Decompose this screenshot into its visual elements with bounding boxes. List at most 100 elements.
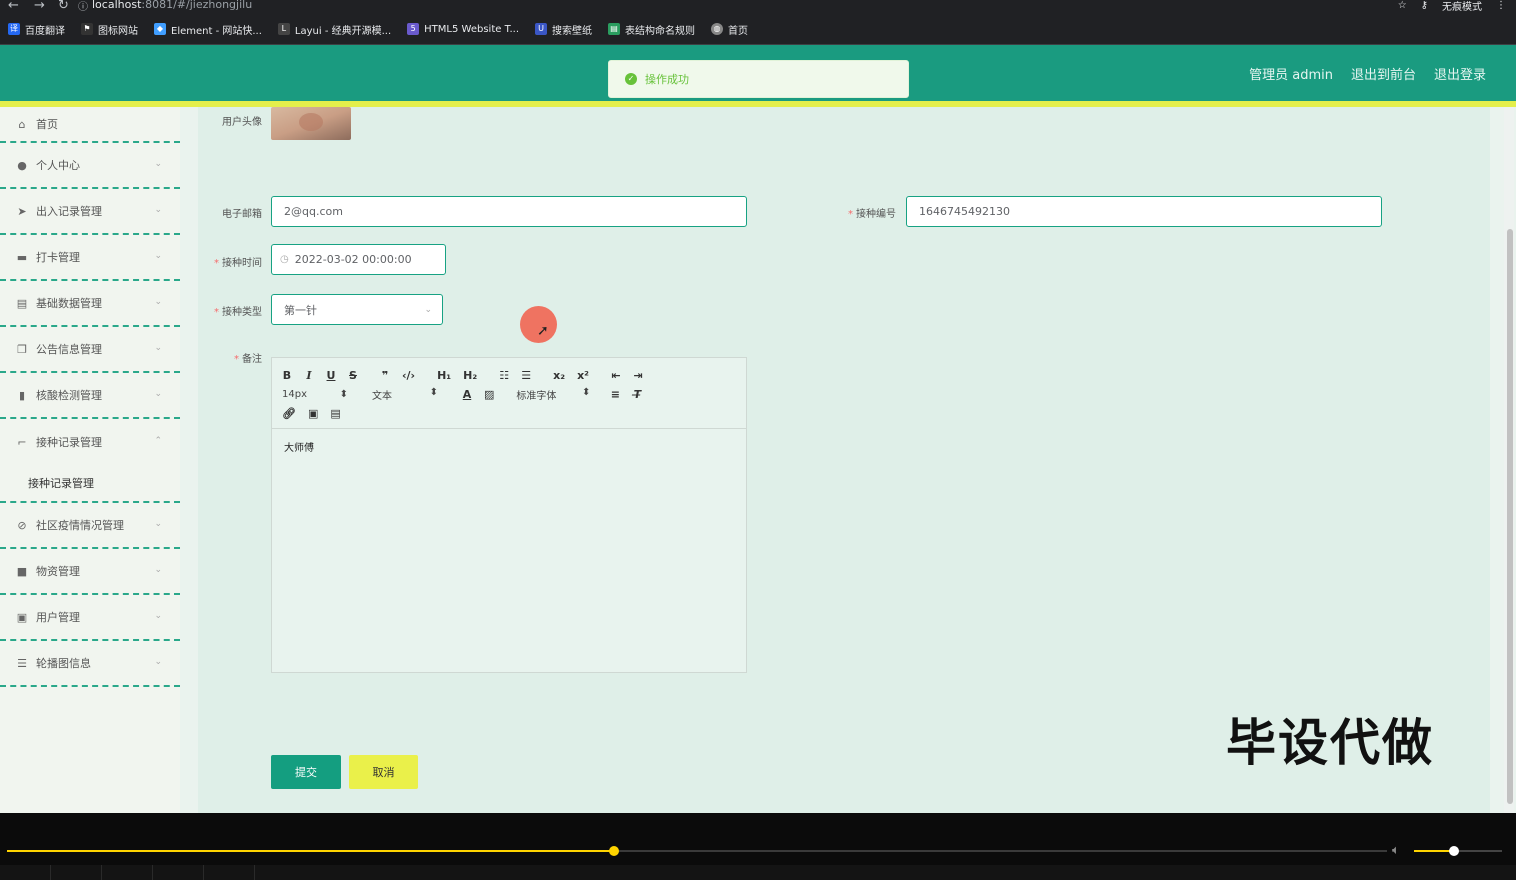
volume-knob[interactable]	[1448, 846, 1459, 856]
vaccination-number-field[interactable]: 1646745492130	[906, 196, 1382, 227]
bookmark-item[interactable]: ◍ 首页	[711, 22, 748, 37]
underline-button[interactable]: U	[326, 369, 336, 382]
type-label: * 接种类型	[214, 307, 262, 318]
document-icon: ▤	[16, 296, 28, 310]
sidebar-item-vaccination[interactable]: ⌐ 接种记录管理 ⌃	[0, 419, 180, 465]
bold-button[interactable]: B	[282, 369, 292, 382]
exit-to-front-link[interactable]: 退出到前台	[1351, 64, 1416, 83]
forward-icon[interactable]: →	[34, 0, 45, 13]
briefcase-icon: ▬	[16, 250, 28, 264]
progress-track[interactable]	[7, 846, 1387, 856]
font-color-button[interactable]: A	[462, 388, 472, 401]
video-icon[interactable]: ▤	[330, 407, 340, 420]
bookmark-item[interactable]: L Layui - 经典开源模...	[277, 22, 391, 37]
progress-knob[interactable]	[609, 846, 620, 856]
url-text[interactable]: localhost:8081/#/jiezhongjilu	[92, 0, 252, 11]
chevron-down-icon: ⌄	[154, 251, 162, 261]
sidebar-item-nucleic-test[interactable]: ▮ 核酸检测管理 ⌄	[0, 373, 180, 419]
chevron-down-icon: ⌄	[154, 611, 162, 621]
strike-button[interactable]: S	[348, 369, 358, 382]
volume-track[interactable]	[1414, 846, 1502, 856]
incognito-label[interactable]: 无痕模式	[1442, 0, 1482, 13]
sidebar-item-entry-records[interactable]: ➤ 出入记录管理 ⌄	[0, 189, 180, 235]
submenu-vaccination-records[interactable]: 接种记录管理	[0, 465, 180, 503]
star-icon[interactable]: ☆	[1398, 0, 1407, 11]
reload-icon[interactable]: ↻	[58, 0, 69, 13]
bookmarks-bar: 译百度翻译 ⚑ 图标网站 ◆ Element - 网站快... L Layui - 经…	[0, 14, 1516, 45]
paragraph-select[interactable]: 文本 ⬍	[372, 387, 438, 402]
blockquote-button[interactable]: ❞	[380, 369, 390, 382]
box-icon: ■	[16, 564, 28, 578]
code-block-button[interactable]: ‹/›	[402, 369, 415, 382]
submit-button[interactable]: 提交	[271, 755, 341, 789]
admin-label: 管理员 admin	[1249, 68, 1333, 83]
avatar-label: 用户头像	[222, 117, 262, 128]
clipboard-icon: ▣	[16, 610, 28, 624]
volume-fill	[1414, 850, 1454, 852]
link-icon[interactable]: 🔗︎	[282, 407, 296, 420]
info-icon[interactable]: ⓘ	[78, 0, 88, 13]
bookmark-item[interactable]: U 搜索壁纸	[535, 22, 592, 37]
clear-format-button[interactable]: T̶	[632, 388, 642, 401]
sidebar-item-carousel[interactable]: ☰ 轮播图信息 ⌄	[0, 641, 180, 687]
layui-icon: L	[277, 23, 290, 35]
bookmark-item[interactable]: ◆ Element - 网站快...	[154, 22, 262, 37]
sidebar-item-users[interactable]: ▣ 用户管理 ⌄	[0, 595, 180, 641]
subscript-button[interactable]: x₂	[553, 369, 565, 382]
background-color-button[interactable]: ▨	[484, 388, 494, 401]
sidebar-item-personal-center[interactable]: ● 个人中心 ⌄	[0, 143, 180, 189]
bookmark-item[interactable]: ▤ 表结构命名规则	[608, 22, 695, 37]
bookmark-item[interactable]: 译百度翻译	[8, 22, 65, 37]
logout-link[interactable]: 退出登录	[1434, 64, 1486, 83]
superscript-button[interactable]: x²	[577, 369, 589, 382]
video-player-bar: 🔈︎	[0, 813, 1516, 880]
bookmark-item[interactable]: 5 HTML5 Website T...	[407, 23, 519, 35]
chevron-down-icon: ⌄	[154, 389, 162, 399]
chevron-down-icon: ⌄	[154, 343, 162, 353]
cancel-button[interactable]: 取消	[349, 755, 418, 789]
back-icon[interactable]: ←	[8, 0, 19, 13]
no-smoking-icon: ⊘	[17, 518, 27, 532]
globe-icon: ◍	[711, 23, 724, 35]
baidu-translate-icon: 译	[8, 23, 20, 35]
ordered-list-button[interactable]: ☷	[499, 369, 509, 382]
chevron-down-icon: ⌄	[424, 304, 432, 315]
align-button[interactable]: ≡	[610, 388, 620, 401]
player-controls-row	[0, 865, 1516, 880]
bookmark-item[interactable]: ⚑ 图标网站	[81, 22, 138, 37]
email-field[interactable]: 2@qq.com	[271, 196, 747, 227]
header1-button[interactable]: H₁	[437, 369, 451, 382]
sliders-icon: ☰	[17, 656, 27, 670]
volume-icon[interactable]: 🔈︎	[1392, 843, 1400, 858]
bullet-list-button[interactable]: ☰	[521, 369, 531, 382]
indent-button[interactable]: ⇥	[633, 369, 643, 382]
vaccination-type-select[interactable]: 第一针 ⌄	[271, 294, 443, 325]
send-icon: ➤	[17, 204, 27, 218]
number-label: * 接种编号	[848, 209, 896, 220]
chevron-down-icon: ⌄	[154, 519, 162, 529]
sidebar-item-checkin[interactable]: ▬ 打卡管理 ⌄	[0, 235, 180, 281]
avatar[interactable]	[271, 107, 351, 140]
font-size-select[interactable]: 14px ⬍	[282, 389, 348, 400]
sidebar-item-base-data[interactable]: ▤ 基础数据管理 ⌄	[0, 281, 180, 327]
sidebar-item-home[interactable]: ⌂ 首页	[0, 107, 180, 143]
sidebar-item-supplies[interactable]: ■ 物资管理 ⌄	[0, 549, 180, 595]
scrollbar-thumb[interactable]	[1507, 229, 1513, 804]
sidebar-item-community-epidemic[interactable]: ⊘ 社区疫情情况管理 ⌄	[0, 503, 180, 549]
chevron-down-icon: ⌄	[154, 205, 162, 215]
header2-button[interactable]: H₂	[463, 369, 477, 382]
editor-toolbar: B I U S ❞ ‹/› H₁ H₂ ☷ ☰ x₂ x² ⇤ ⇥ 14px ⬍ …	[272, 358, 746, 429]
outdent-button[interactable]: ⇤	[611, 369, 621, 382]
font-family-select[interactable]: 标准字体 ⬍	[516, 387, 590, 402]
menu-kebab-icon[interactable]: ⋮	[1496, 0, 1506, 11]
key-icon[interactable]: ⚷	[1421, 0, 1428, 11]
element-icon: ◆	[154, 23, 166, 35]
chevron-up-icon: ⌃	[154, 436, 162, 446]
image-icon[interactable]: ▣	[308, 407, 318, 420]
remark-label: * 备注	[234, 354, 262, 365]
wallpaper-icon: U	[535, 23, 548, 35]
italic-button[interactable]: I	[304, 369, 314, 382]
vaccination-time-picker[interactable]: ◷ 2022-03-02 00:00:00	[271, 244, 446, 275]
editor-content[interactable]: 大师傅	[272, 429, 746, 464]
sidebar-item-notices[interactable]: ❐ 公告信息管理 ⌄	[0, 327, 180, 373]
